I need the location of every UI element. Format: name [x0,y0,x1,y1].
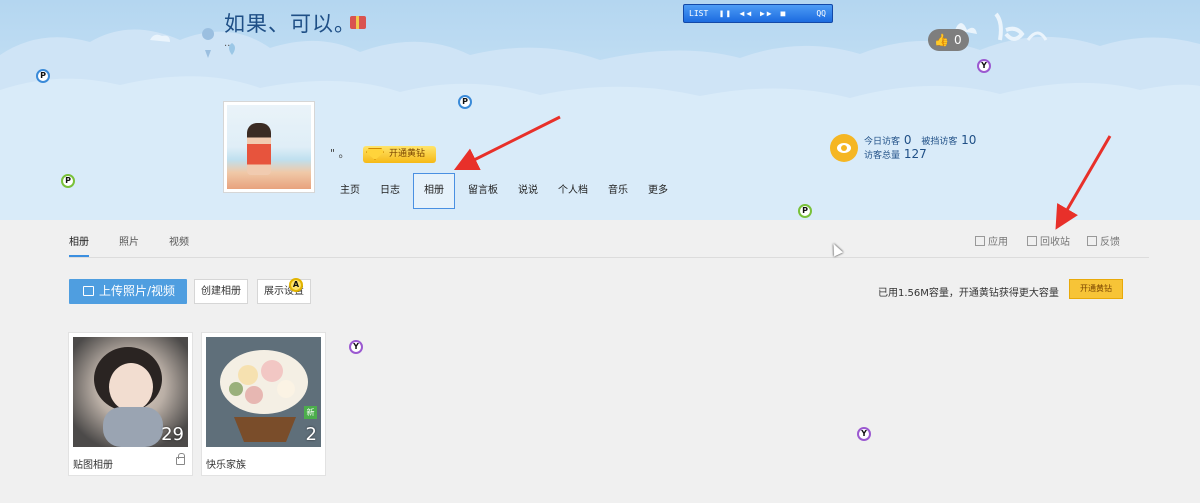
nav-guestbook[interactable]: 留言板 [458,173,508,209]
tab-album[interactable]: 相册 [69,233,89,248]
recycle-label: 回收站 [1040,237,1070,248]
nav-home[interactable]: 主页 [330,173,370,209]
space-nav: 主页 日志 相册 留言板 说说 个人档 音乐 更多 [330,173,678,209]
active-tab-indicator [69,255,89,257]
like-count: 0 [954,33,962,47]
profile-header: 如果、可以。 .. LIST ❚❚ ◀◀ ▶▶ ■ QQ 👍 0 " 。 开通黄… [0,0,1200,220]
music-player[interactable]: LIST ❚❚ ◀◀ ▶▶ ■ QQ [683,4,833,23]
plugin-a-icon[interactable]: A [289,278,303,292]
upload-label: 上传照片/视频 [99,284,176,298]
feedback-button[interactable]: 反馈 [1087,233,1120,248]
create-album-button[interactable]: 创建相册 [194,279,248,304]
image-icon [83,286,94,296]
nav-profile[interactable]: 个人档 [548,173,598,209]
nav-blog[interactable]: 日志 [370,173,410,209]
album-panel: 相册 照片 视频 应用 回收站 反馈 上传照片/视频 创建相册 展示设置 已用1… [12,220,1181,503]
album-photo-count: 2 [305,424,317,445]
avatar-image [227,105,311,189]
album-cover: 29 [73,337,188,447]
avatar[interactable] [223,101,315,193]
album-cover: 新 2 [206,337,321,447]
trash-icon [1027,236,1037,246]
feedback-label: 反馈 [1100,237,1120,248]
lock-icon [176,453,185,465]
visitor-eye-icon [830,134,858,162]
tab-videos[interactable]: 视频 [169,233,189,248]
blocked-visitors-label: 被挡访客 [921,137,958,147]
visitor-row-2: 访客总量 127 [864,147,933,161]
gift-icon[interactable] [350,16,366,29]
open-vip-button[interactable]: 开通黄钻 [1069,279,1123,299]
grid-icon [975,236,985,246]
album-tabs: 相册 照片 视频 应用 回收站 反馈 [69,220,1149,258]
recycle-bin-button[interactable]: 回收站 [1027,233,1070,248]
space-subtitle: .. [224,38,231,49]
total-visitors-label: 访客总量 [864,151,901,161]
today-visitors-label: 今日访客 [864,137,901,147]
album-name: 贴图相册 [73,460,113,471]
plugin-p-icon[interactable]: P [798,204,812,218]
plugin-y-icon[interactable]: Y [349,340,363,354]
nav-album[interactable]: 相册 [413,173,455,209]
album-card[interactable]: 新 2 快乐家族 [201,332,326,476]
music-controls-icon[interactable]: ❚❚ ◀◀ ▶▶ ■ [719,9,787,18]
total-visitors-value: 127 [903,147,927,161]
new-badge: 新 [304,406,317,419]
album-name: 快乐家族 [206,460,246,471]
apps-button[interactable]: 应用 [975,233,1008,248]
vip-badge-label: 开通黄钻 [389,149,426,159]
music-qq-label: QQ [816,9,826,18]
album-photo-count: 29 [161,424,184,445]
nav-shuoshuo[interactable]: 说说 [508,173,548,209]
upload-button[interactable]: 上传照片/视频 [69,279,187,304]
like-button[interactable]: 👍 0 [928,29,969,51]
blocked-visitors-value: 10 [961,133,977,147]
today-visitors-value: 0 [903,133,912,147]
edit-icon [1087,236,1097,246]
vip-badge[interactable]: 开通黄钻 [363,146,436,163]
storage-quota-text: 已用1.56M容量，开通黄钻获得更大容量 [878,288,1059,299]
nav-music[interactable]: 音乐 [598,173,638,209]
visitor-row-1: 今日访客 0 被挡访客 10 [864,133,982,147]
album-card[interactable]: 29 贴图相册 [68,332,193,476]
plugin-y-icon[interactable]: Y [857,427,871,441]
plugin-p-icon[interactable]: P [458,95,472,109]
display-settings-button[interactable]: 展示设置 [257,279,311,304]
nickname: " 。 [330,147,350,160]
thumbs-up-icon: 👍 [934,33,949,47]
nav-more[interactable]: 更多 [638,173,678,209]
tab-photos[interactable]: 照片 [119,233,139,248]
music-list-label[interactable]: LIST [689,9,708,18]
plugin-p-icon[interactable]: P [36,69,50,83]
apps-label: 应用 [988,237,1008,248]
space-title: 如果、可以。 [224,12,356,36]
plugin-y-icon[interactable]: Y [977,59,991,73]
plugin-p-icon[interactable]: P [61,174,75,188]
diamond-icon [366,148,384,160]
